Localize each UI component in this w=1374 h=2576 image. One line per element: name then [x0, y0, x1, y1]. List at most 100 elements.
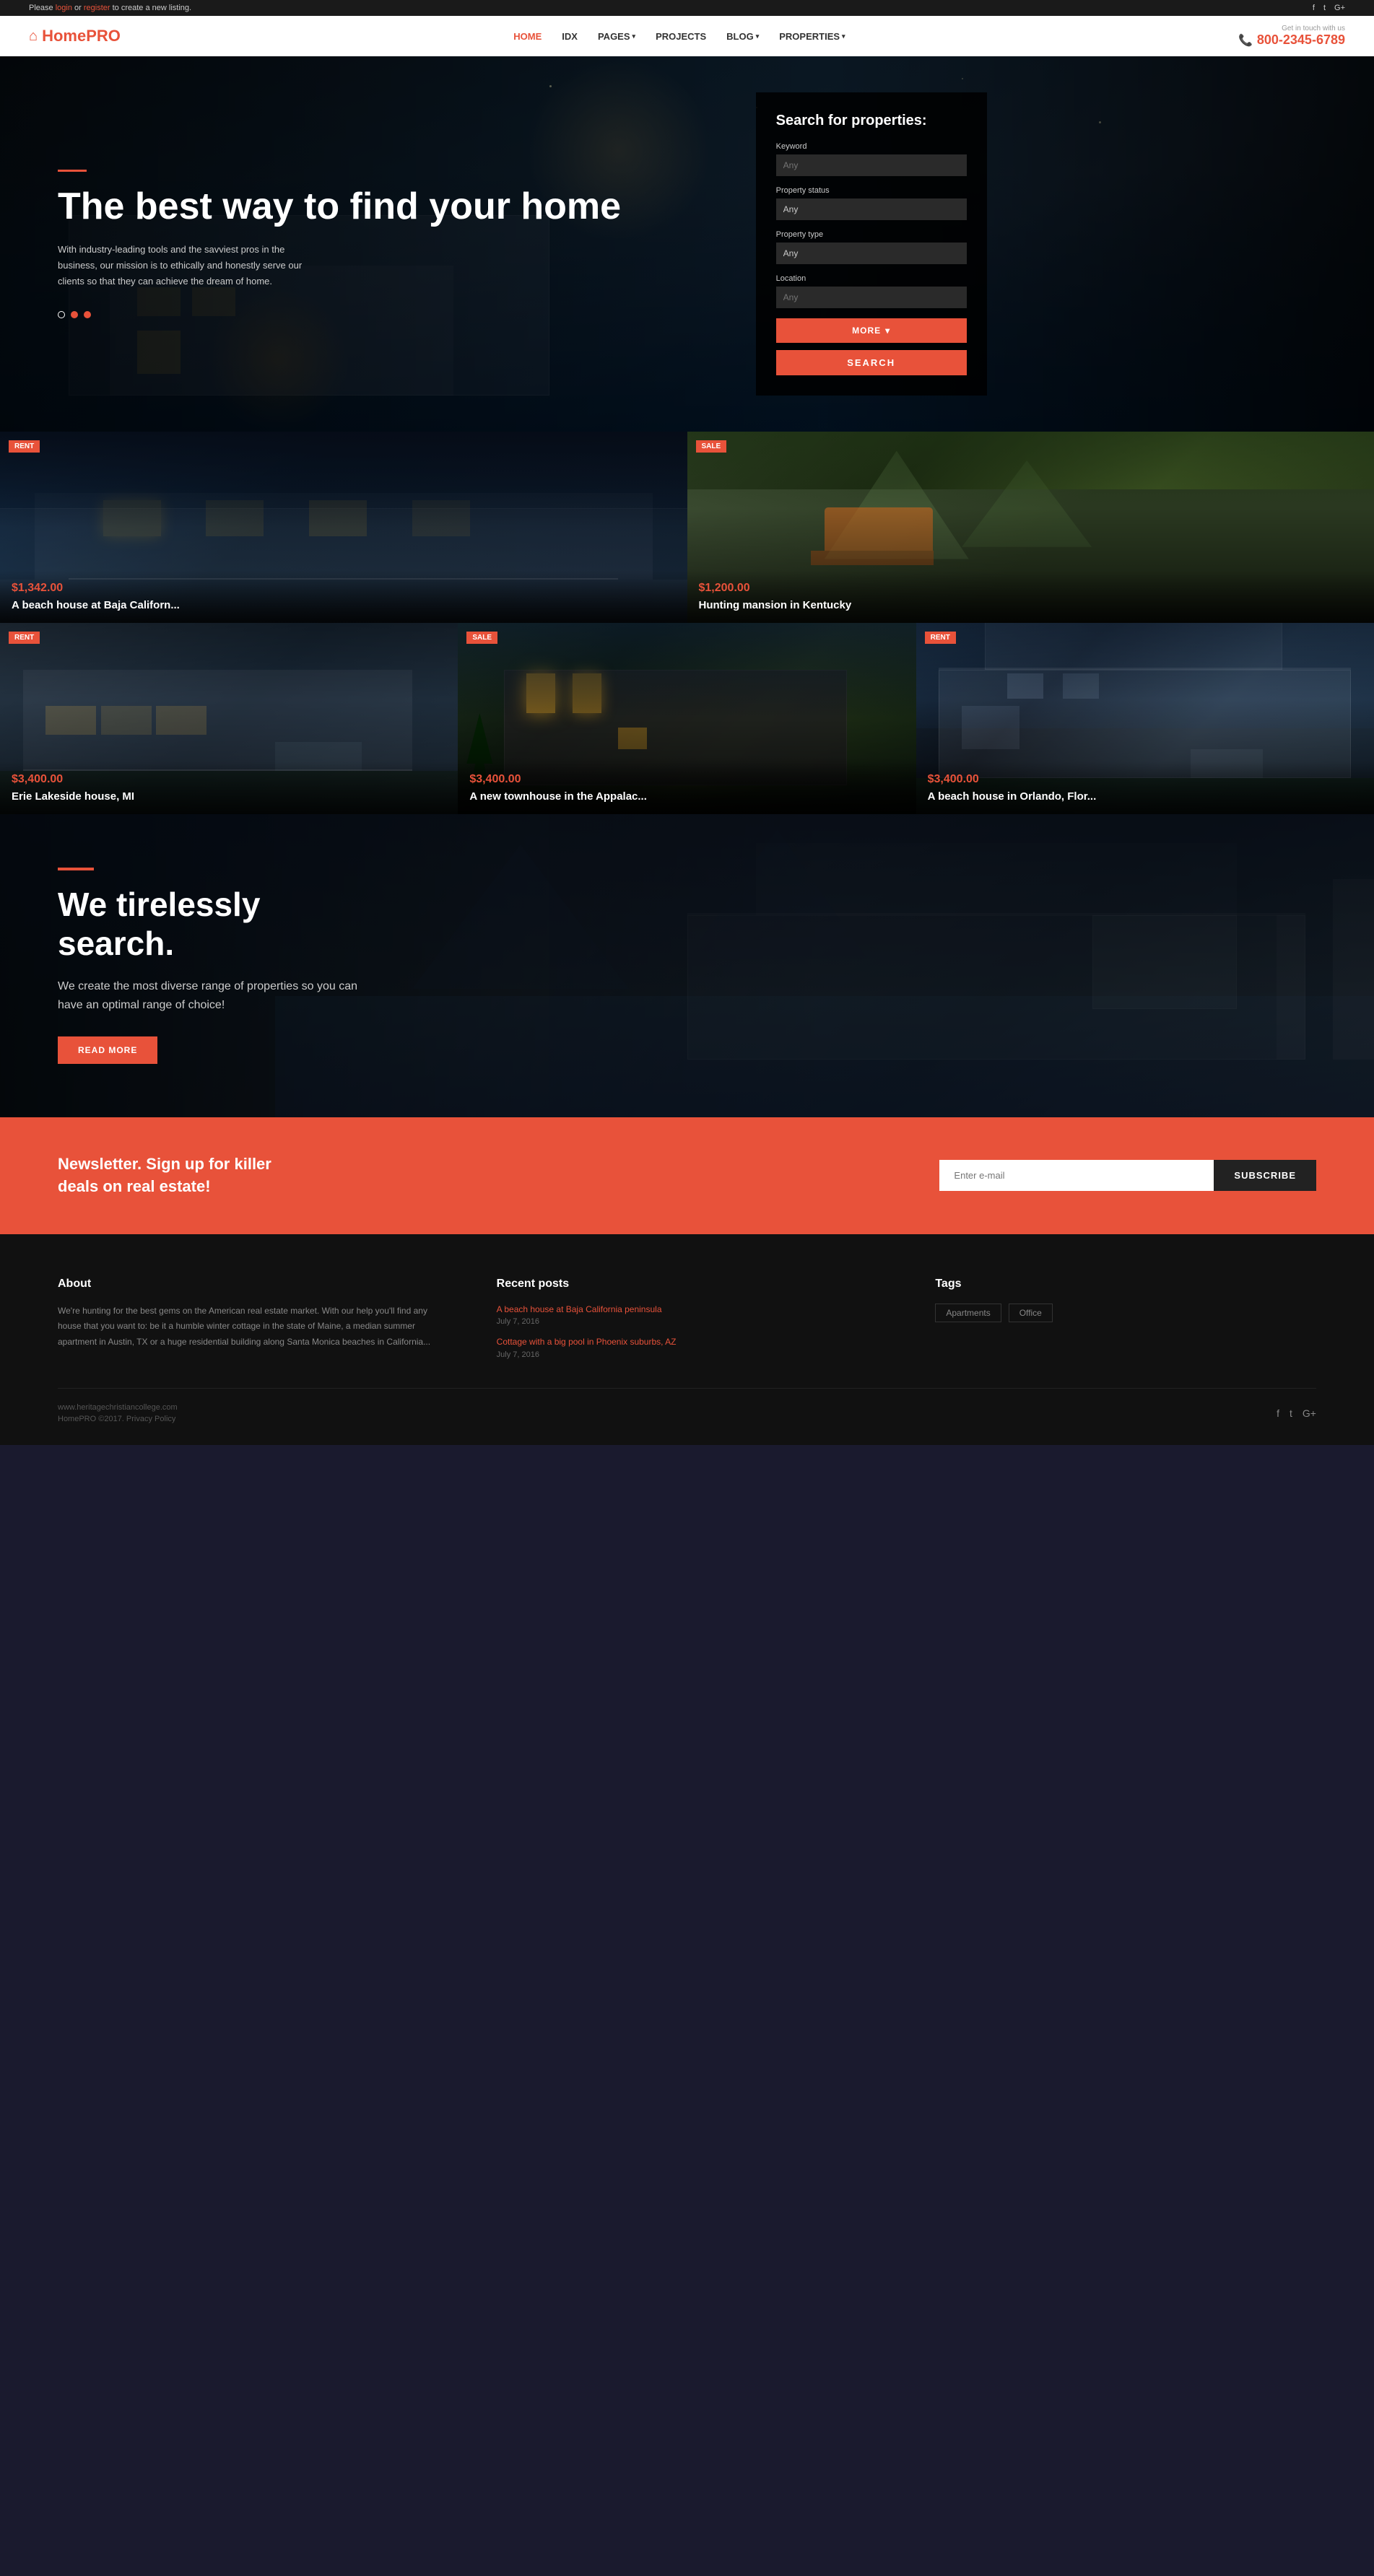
- contact-label: Get in touch with us: [1238, 25, 1345, 32]
- property-card-1[interactable]: RENT $1,342.00 A beach house at Baja Cal…: [0, 432, 687, 623]
- property-name-4: A new townhouse in the Appalac...: [469, 790, 904, 803]
- footer-posts-title: Recent posts: [497, 1278, 878, 1291]
- footer-post-1: A beach house at Baja California peninsu…: [497, 1304, 878, 1327]
- property-info-1: $1,342.00 A beach house at Baja Californ…: [0, 570, 687, 623]
- property-badge-3: RENT: [9, 632, 40, 644]
- footer-tags-list: Apartments Office: [935, 1304, 1316, 1322]
- mid-line-decoration: [58, 868, 94, 870]
- hero-description: With industry-leading tools and the savv…: [58, 242, 303, 289]
- property-info-5: $3,400.00 A beach house in Orlando, Flor…: [916, 761, 1374, 814]
- property-price-5: $3,400.00: [928, 773, 1362, 786]
- status-select[interactable]: Any For Sale For Rent: [776, 198, 967, 220]
- footer-about-title: About: [58, 1278, 439, 1291]
- nav-home[interactable]: HOME: [513, 31, 542, 42]
- footer-googleplus-icon[interactable]: G+: [1303, 1407, 1316, 1419]
- login-link[interactable]: login: [56, 4, 72, 12]
- hero-dot-2[interactable]: [71, 311, 78, 318]
- chevron-down-icon: ▾: [885, 326, 890, 336]
- footer-top: About We're hunting for the best gems on…: [58, 1278, 1316, 1360]
- property-card-2[interactable]: SALE $1,200.00 Hunting mansion in Kentuc…: [687, 432, 1374, 623]
- status-field: Property status Any For Sale For Rent: [776, 186, 967, 220]
- location-label: Location: [776, 274, 967, 283]
- newsletter-form: SUBSCRIBE: [939, 1160, 1316, 1191]
- top-bar: Please login or register to create a new…: [0, 0, 1374, 16]
- hero-content: The best way to find your home With indu…: [0, 170, 756, 318]
- newsletter-email-input[interactable]: [939, 1160, 1214, 1191]
- footer-about-col: About We're hunting for the best gems on…: [58, 1278, 439, 1360]
- newsletter-section: Newsletter. Sign up for killer deals on …: [0, 1117, 1374, 1234]
- property-name-5: A beach house in Orlando, Flor...: [928, 790, 1362, 803]
- home-icon: ⌂: [29, 28, 38, 45]
- facebook-icon[interactable]: f: [1313, 4, 1315, 12]
- newsletter-subscribe-button[interactable]: SUBSCRIBE: [1214, 1160, 1316, 1191]
- mid-content: We tirelessly search. We create the most…: [0, 868, 433, 1063]
- footer-tag-office[interactable]: Office: [1009, 1304, 1053, 1322]
- googleplus-icon[interactable]: G+: [1334, 4, 1345, 12]
- footer-facebook-icon[interactable]: f: [1277, 1407, 1279, 1419]
- status-label: Property status: [776, 186, 967, 195]
- footer-post-2-title[interactable]: Cottage with a big pool in Phoenix subur…: [497, 1336, 878, 1348]
- type-label: Property type: [776, 230, 967, 239]
- keyword-label: Keyword: [776, 142, 967, 151]
- property-info-3: $3,400.00 Erie Lakeside house, MI: [0, 761, 458, 814]
- contact-phone: 📞 800-2345-6789: [1238, 32, 1345, 48]
- footer-post-2: Cottage with a big pool in Phoenix subur…: [497, 1336, 878, 1359]
- property-price-3: $3,400.00: [12, 773, 446, 786]
- keyword-field: Keyword: [776, 142, 967, 176]
- main-nav: HOME IDX PAGES▾ PROJECTS BLOG▾ PROPERTIE…: [513, 31, 845, 42]
- property-badge-1: RENT: [9, 440, 40, 453]
- footer-tags-col: Tags Apartments Office: [935, 1278, 1316, 1360]
- properties-row-2: RENT $3,400.00 Erie Lakeside house, MI: [0, 623, 1374, 814]
- nav-idx[interactable]: IDX: [562, 31, 578, 42]
- property-name-1: A beach house at Baja Californ...: [12, 599, 676, 611]
- twitter-icon[interactable]: t: [1323, 4, 1326, 12]
- top-bar-notice: Please login or register to create a new…: [29, 4, 191, 12]
- phone-icon: 📞: [1238, 33, 1253, 48]
- footer-social: f t G+: [1277, 1407, 1316, 1419]
- property-price-1: $1,342.00: [12, 582, 676, 595]
- search-panel: Search for properties: Keyword Property …: [756, 92, 987, 396]
- location-input[interactable]: [776, 287, 967, 308]
- header: ⌂ HomePRO HOME IDX PAGES▾ PROJECTS BLOG▾…: [0, 16, 1374, 56]
- top-bar-social: f t G+: [1313, 4, 1345, 12]
- hero-line-decoration: [58, 170, 87, 172]
- property-name-3: Erie Lakeside house, MI: [12, 790, 446, 803]
- footer-post-1-title[interactable]: A beach house at Baja California peninsu…: [497, 1304, 878, 1316]
- property-badge-2: SALE: [696, 440, 727, 453]
- location-field: Location: [776, 274, 967, 308]
- footer-tag-apartments[interactable]: Apartments: [935, 1304, 1001, 1322]
- property-card-5[interactable]: RENT $3,400.00 A beach house in Orlando,…: [916, 623, 1374, 814]
- nav-properties[interactable]: PROPERTIES▾: [779, 31, 845, 42]
- property-name-2: Hunting mansion in Kentucky: [699, 599, 1363, 611]
- nav-pages[interactable]: PAGES▾: [598, 31, 635, 42]
- search-panel-title: Search for properties:: [776, 113, 967, 129]
- more-button[interactable]: MORE ▾: [776, 318, 967, 343]
- hero-dot-1[interactable]: [58, 311, 65, 318]
- property-badge-5: RENT: [925, 632, 956, 644]
- property-card-3[interactable]: RENT $3,400.00 Erie Lakeside house, MI: [0, 623, 458, 814]
- nav-blog[interactable]: BLOG▾: [726, 31, 759, 42]
- logo[interactable]: ⌂ HomePRO: [29, 27, 121, 45]
- property-badge-4: SALE: [466, 632, 497, 644]
- property-price-4: $3,400.00: [469, 773, 904, 786]
- footer-website: www.heritagechristiancollege.com: [58, 1403, 178, 1412]
- register-link[interactable]: register: [84, 4, 110, 12]
- footer-bottom: www.heritagechristiancollege.com HomePRO…: [58, 1388, 1316, 1423]
- hero-dot-3[interactable]: [84, 311, 91, 318]
- properties-section: RENT $1,342.00 A beach house at Baja Cal…: [0, 432, 1374, 814]
- hero-title: The best way to find your home: [58, 186, 698, 227]
- read-more-button[interactable]: READ MORE: [58, 1036, 157, 1064]
- hero-section: The best way to find your home With indu…: [0, 56, 1374, 432]
- search-button[interactable]: SEARCH: [776, 350, 967, 375]
- mid-description: We create the most diverse range of prop…: [58, 977, 375, 1014]
- property-card-4[interactable]: SALE $3,400.00 A new townhouse in the Ap…: [458, 623, 916, 814]
- header-contact: Get in touch with us 📞 800-2345-6789: [1238, 25, 1345, 48]
- keyword-input[interactable]: [776, 154, 967, 176]
- footer-posts-col: Recent posts A beach house at Baja Calif…: [497, 1278, 878, 1360]
- nav-projects[interactable]: PROJECTS: [656, 31, 706, 42]
- footer-copyright: HomePRO ©2017. Privacy Policy: [58, 1415, 178, 1423]
- footer-tags-title: Tags: [935, 1278, 1316, 1291]
- footer-posts-list: A beach house at Baja California peninsu…: [497, 1304, 878, 1360]
- type-select[interactable]: Any House Apartment Office: [776, 243, 967, 264]
- footer-twitter-icon[interactable]: t: [1290, 1407, 1292, 1419]
